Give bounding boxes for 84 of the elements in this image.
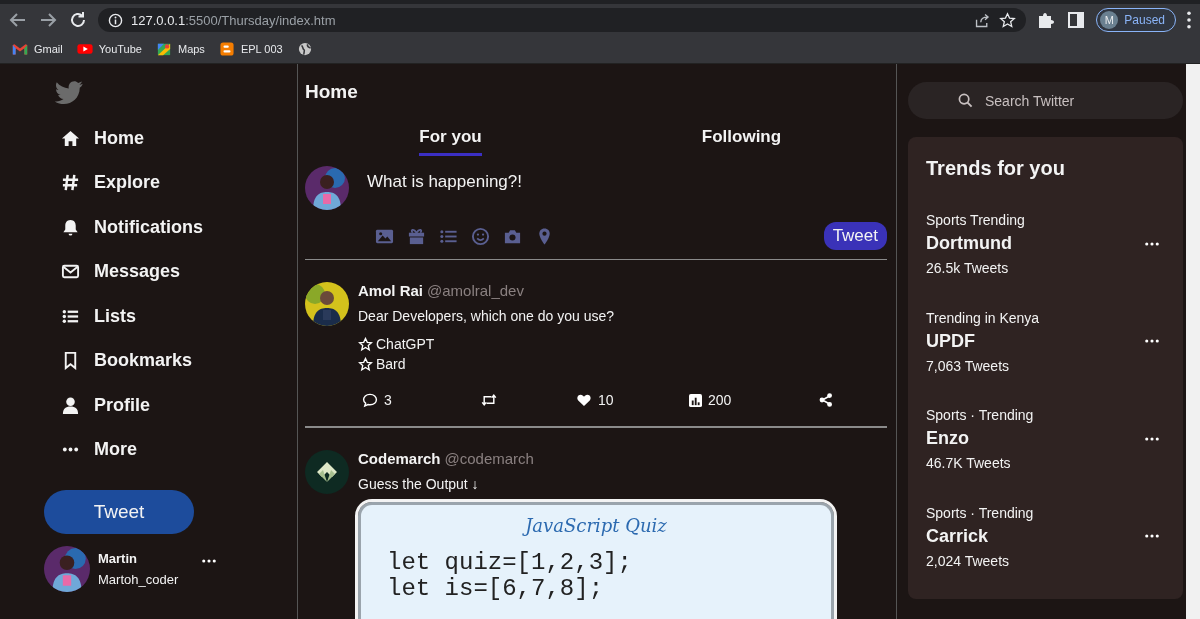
like-count: 10 [598,392,614,408]
trend-name[interactable]: UPDF [926,330,975,352]
poll-option: Bard [376,356,406,372]
more-icon[interactable] [1145,241,1159,246]
home-icon [61,128,80,148]
tweet-button[interactable]: Tweet [823,222,887,250]
tweet-text: Dear Developers, which one do you use? [358,308,616,324]
compose-field[interactable]: What is happening?! [367,172,887,210]
gift-icon[interactable] [407,226,426,246]
nav-item[interactable]: Explore [44,160,297,205]
chart-icon[interactable] [689,393,702,407]
emoji-icon[interactable] [471,226,490,246]
search-icon [958,93,973,108]
reply-count: 3 [384,392,392,408]
tweet-count: 7,063 Tweets [926,357,1011,374]
user-icon [61,395,80,415]
tweet-author: Amol Rai @amolral_dev [358,282,525,300]
blog-icon [218,42,235,56]
bookmark-link[interactable]: Gmail [12,42,63,56]
info-icon[interactable] [108,12,123,28]
trend-name[interactable]: Enzo [926,428,969,449]
map-icon [155,42,172,56]
more-icon[interactable] [1145,534,1159,538]
nav-item[interactable]: Profile [44,383,297,428]
tweet-text: Guess the Output ↓ [358,476,480,492]
share-icon[interactable] [818,392,834,408]
side-panel-icon[interactable] [1066,10,1087,30]
tweet-count: 46.7K Tweets [926,455,1012,471]
trend-category: Sports · Trending [926,407,1035,423]
nav-item[interactable]: Lists [44,294,297,339]
play-icon [76,42,93,56]
trend-category: Sports · Trending [926,504,1035,521]
search-field[interactable]: Search Twitter [908,82,1183,119]
more-icon[interactable] [1145,436,1159,441]
logo-icon [305,450,349,494]
trend-category: Sports Trending [926,212,1026,228]
trend-name[interactable]: Dortmund [926,233,1012,254]
star-icon [358,356,373,372]
search-input[interactable]: Search Twitter [983,91,1167,110]
globe-icon [296,42,313,56]
menu-icon[interactable] [1186,11,1192,29]
trend-category: Trending in Kenya [926,309,1041,326]
card-title: JavaScript Quiz [387,515,831,536]
comment-icon[interactable] [362,392,378,408]
bird-logo-icon[interactable] [54,80,84,106]
address-bar[interactable]: 127.0.0.1:5500/Thursday/index.htm [98,8,1027,32]
tweet-count: 26.5k Tweets [926,260,1010,276]
feed-tab[interactable]: For you [419,127,482,156]
account-name: Martin [98,551,138,566]
more-icon[interactable] [202,559,217,563]
poll-option: ChatGPT [376,336,435,352]
retweet-icon[interactable] [481,392,497,408]
reload-icon[interactable] [68,10,88,30]
more-icon [61,447,80,453]
profile-button[interactable]: M Paused [1096,8,1176,32]
nav-item[interactable]: Notifications [44,205,297,250]
bookmark-link[interactable]: EPL 003 [218,42,283,56]
share-icon[interactable] [974,11,992,29]
trend-name[interactable]: Carrick [926,525,989,547]
nav-item[interactable]: More [44,427,297,472]
tweet-button[interactable]: Tweet [44,490,194,534]
star-icon [358,336,373,352]
tweet-author: Codemarch @codemarch [358,450,535,468]
hashtag-icon [61,173,80,193]
feed-tab[interactable]: Following [701,127,782,156]
bookmark-link[interactable]: YouTube [76,42,142,56]
more-icon[interactable] [1145,339,1159,343]
mail-icon [12,42,28,56]
puzzle-icon[interactable] [1036,10,1057,30]
bookmark-link[interactable]: Maps [155,42,205,56]
nav-item[interactable]: Messages [44,249,297,294]
view-count: 200 [708,392,732,408]
tweet-count: 2,024 Tweets [926,552,1011,569]
code-text: let quiz=[1,2,3]; let is=[6,7,8]; [387,550,633,602]
page-title: Home [305,81,359,103]
panel-title: Trends for you [926,157,1066,180]
nav-item[interactable]: Home [44,116,297,161]
star-icon[interactable] [999,11,1017,29]
nav-item[interactable]: Bookmarks [44,338,297,383]
heart-icon[interactable] [576,392,592,408]
url-text: 127.0.0.1:5500/Thursday/index.htm [131,12,336,28]
scrollbar[interactable] [1186,64,1200,619]
bell-icon [61,217,80,237]
account-handle: Martoh_coder [98,572,179,587]
